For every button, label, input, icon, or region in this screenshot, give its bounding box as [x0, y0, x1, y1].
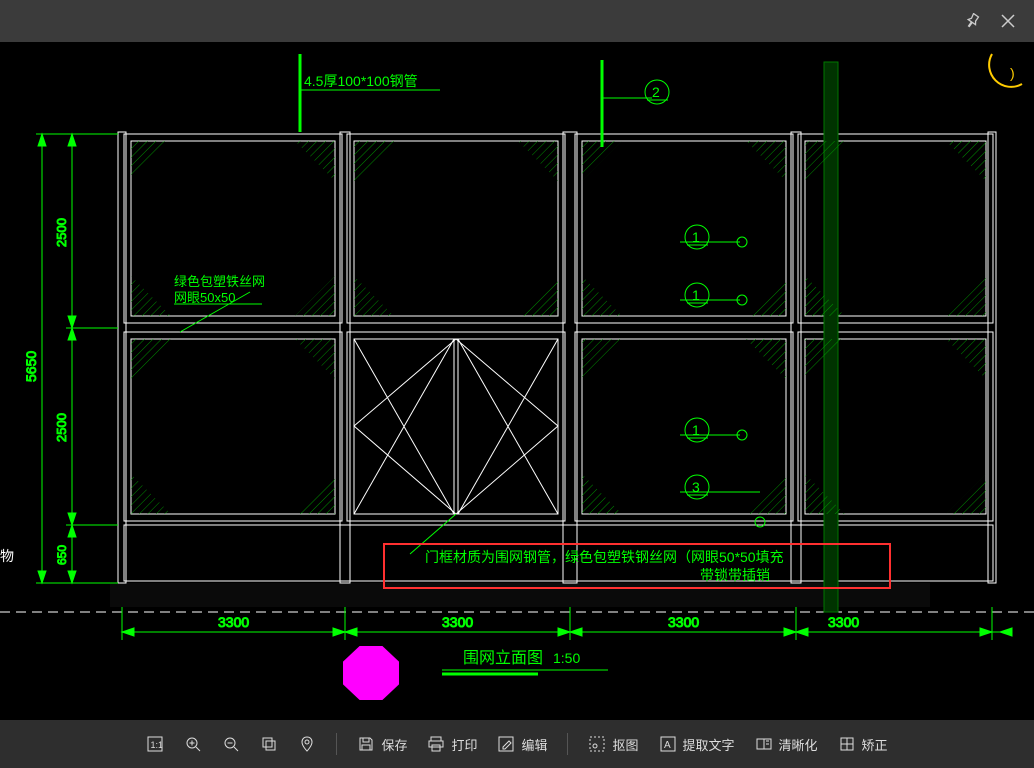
zoom-in-button[interactable]	[176, 729, 210, 759]
save-icon	[357, 735, 375, 753]
edit-icon	[497, 735, 515, 753]
drawing-scale: 1:50	[553, 650, 580, 666]
copy-icon	[260, 735, 278, 753]
pin-icon	[964, 13, 980, 29]
mesh-note-2: 网眼50x50	[174, 290, 235, 305]
save-label: 保存	[381, 735, 407, 754]
cutout-icon	[588, 735, 606, 753]
svg-text:): )	[1010, 65, 1015, 81]
toolbar-separator	[336, 733, 337, 755]
callout-B: B	[358, 660, 377, 690]
zoom-in-icon	[184, 735, 202, 753]
cad-drawing: 4.5厚100*100钢管 2 1 1 1 3	[0, 42, 1034, 720]
close-icon	[1001, 14, 1015, 28]
print-icon	[427, 735, 445, 753]
window-titlebar	[0, 0, 1034, 42]
deskew-label: 矫正	[862, 735, 888, 754]
enhance-button[interactable]: 清晰化	[747, 729, 826, 760]
viewer-toolbar: 1:1 保存 打印 编辑 抠图	[0, 720, 1034, 768]
actual-size-icon: 1:1	[146, 735, 164, 753]
dim-v-total: 5650	[23, 351, 39, 382]
drawing-title: 围网立面图	[463, 649, 543, 667]
enhance-icon	[755, 735, 773, 753]
save-button[interactable]: 保存	[349, 729, 415, 760]
ocr-label: 提取文字	[683, 735, 735, 754]
callout-1c: 1	[692, 422, 700, 438]
dim-h1: 3300	[218, 614, 249, 630]
print-label: 打印	[451, 735, 477, 754]
dim-v-upper: 2500	[54, 218, 69, 247]
top-note: 4.5厚100*100钢管	[304, 73, 418, 89]
ocr-button[interactable]: A 提取文字	[651, 729, 743, 760]
actual-size-button[interactable]: 1:1	[138, 729, 172, 759]
dim-h4: 3300	[828, 614, 859, 630]
edit-label: 编辑	[521, 735, 547, 754]
callout-3: 3	[692, 479, 700, 495]
print-button[interactable]: 打印	[419, 729, 485, 760]
bottom-note-1: 门框材质为围网钢管，绿色包塑铁钢丝网（网眼50*50填充	[425, 549, 784, 565]
cutout-button[interactable]: 抠图	[580, 729, 646, 760]
callout-1a: 1	[692, 229, 700, 245]
close-button[interactable]	[990, 3, 1026, 39]
deskew-icon	[838, 735, 856, 753]
callout-1b: 1	[692, 287, 700, 303]
cutout-label: 抠图	[612, 735, 638, 754]
pin-button[interactable]	[954, 3, 990, 39]
locate-icon	[298, 735, 316, 753]
edit-button[interactable]: 编辑	[489, 729, 555, 760]
ocr-icon: A	[659, 735, 677, 753]
dim-h3: 3300	[668, 614, 699, 630]
svg-text:1:1: 1:1	[151, 740, 164, 750]
locate-button[interactable]	[290, 729, 324, 759]
clipped-text: 物	[0, 546, 14, 566]
mesh-note-1: 绿色包塑铁丝网	[174, 274, 265, 289]
bottom-note-2: 带锁带插销	[700, 567, 770, 583]
drawing-canvas[interactable]: 物	[0, 42, 1034, 720]
enhance-label: 清晰化	[779, 735, 818, 754]
zoom-out-icon	[222, 735, 240, 753]
dim-v-base: 650	[55, 545, 69, 565]
deskew-button[interactable]: 矫正	[830, 729, 896, 760]
toolbar-separator-2	[567, 733, 568, 755]
zoom-out-button[interactable]	[214, 729, 248, 759]
dim-h2: 3300	[442, 614, 473, 630]
callout-2: 2	[652, 84, 660, 100]
svg-text:A: A	[664, 740, 671, 751]
dim-v-lower: 2500	[54, 413, 69, 442]
copy-button[interactable]	[252, 729, 286, 759]
